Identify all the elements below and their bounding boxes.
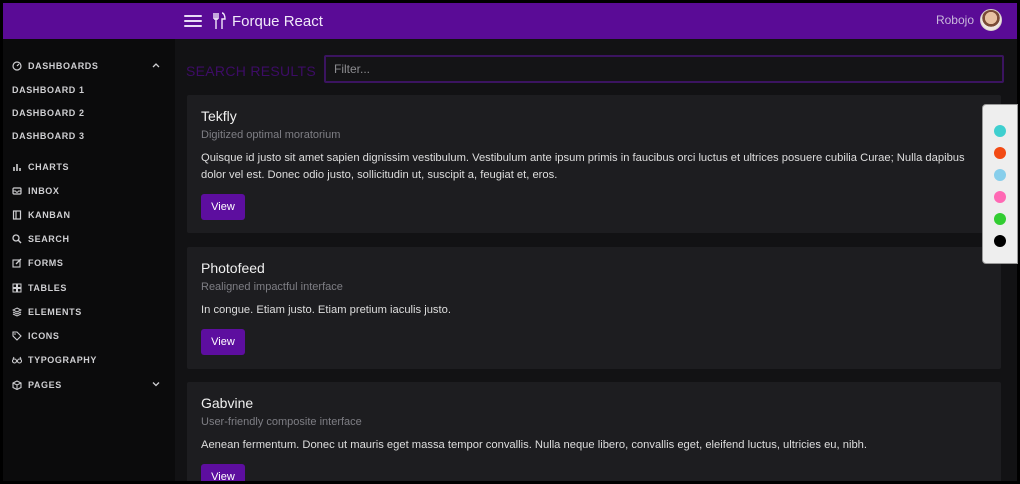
avatar[interactable]: [980, 9, 1002, 31]
view-button[interactable]: View: [201, 464, 245, 481]
card-title: Photofeed: [201, 260, 265, 276]
main-content: SEARCH RESULTS Tekfly Digitized optimal …: [175, 39, 1017, 481]
sidebar-item-label: FORMS: [28, 258, 64, 268]
sidebar-item-charts[interactable]: CHARTS: [12, 158, 166, 176]
brand-title: Forque React: [232, 12, 323, 30]
card-text: In congue. Etiam justo. Etiam pretium ia…: [201, 304, 451, 316]
color-swatch-black[interactable]: [994, 235, 1006, 247]
result-card: Gabvine User-friendly composite interfac…: [187, 382, 1001, 481]
page-title: SEARCH RESULTS: [186, 63, 316, 79]
theme-color-palette: [982, 104, 1018, 264]
sidebar-item-label: CHARTS: [28, 162, 70, 172]
kanban-icon: [12, 210, 22, 220]
sidebar-item-label: SEARCH: [28, 234, 70, 244]
card-subtitle: Digitized optimal moratorium: [201, 129, 341, 141]
sidebar: DASHBOARDS DASHBOARD 1 DASHBOARD 2 DASHB…: [3, 39, 175, 481]
sidebar-item-label: INBOX: [28, 186, 60, 196]
inbox-icon: [12, 187, 22, 195]
sidebar-item-search[interactable]: SEARCH: [12, 230, 166, 248]
sidebar-subitem-dashboard-3[interactable]: DASHBOARD 3: [12, 128, 85, 144]
sidebar-item-label: PAGES: [28, 380, 62, 390]
sidebar-subitem-label: DASHBOARD 1: [12, 85, 85, 95]
package-icon: [12, 380, 22, 390]
glasses-icon: [12, 356, 22, 364]
filter-input[interactable]: [324, 55, 1004, 83]
view-button[interactable]: View: [201, 329, 245, 355]
sidebar-item-elements[interactable]: ELEMENTS: [12, 303, 166, 321]
color-swatch-light-blue[interactable]: [994, 169, 1006, 181]
layers-icon: [12, 307, 22, 317]
sidebar-item-tables[interactable]: TABLES: [12, 279, 166, 297]
chevron-up-icon: [152, 63, 160, 68]
result-card: Photofeed Realigned impactful interface …: [187, 247, 1001, 369]
card-title: Gabvine: [201, 395, 254, 411]
card-text: Quisque id justo sit amet sapien digniss…: [201, 152, 965, 181]
sidebar-item-typography[interactable]: TYPOGRAPHY: [12, 351, 166, 369]
top-bar: Forque React Robojo: [3, 3, 1017, 39]
card-subtitle: User-friendly composite interface: [201, 416, 362, 428]
view-button[interactable]: View: [201, 194, 245, 220]
color-swatch-orange[interactable]: [994, 147, 1006, 159]
sidebar-subitem-dashboard-1[interactable]: DASHBOARD 1: [12, 82, 85, 98]
sidebar-item-label: KANBAN: [28, 210, 71, 220]
sidebar-item-forms[interactable]: FORMS: [12, 254, 166, 272]
fork-knife-icon: [213, 12, 226, 29]
card-text: Aenean fermentum. Donec ut mauris eget m…: [201, 439, 868, 451]
sidebar-item-label: TYPOGRAPHY: [28, 355, 98, 365]
sidebar-subitem-label: DASHBOARD 3: [12, 131, 85, 141]
sidebar-item-dashboards[interactable]: DASHBOARDS: [12, 57, 166, 75]
sidebar-item-kanban[interactable]: KANBAN: [12, 206, 166, 224]
hamburger-menu-icon[interactable]: [184, 12, 202, 30]
color-swatch-pink[interactable]: [994, 191, 1006, 203]
sidebar-item-label: ICONS: [28, 331, 60, 341]
app-frame: Forque React Robojo DASHBOARDS DASHBOARD…: [3, 3, 1017, 481]
brand[interactable]: Forque React: [212, 10, 323, 32]
user-name: Robojo: [935, 13, 974, 27]
sidebar-item-label: TABLES: [28, 283, 67, 293]
card-subtitle: Realigned impactful interface: [201, 281, 343, 293]
result-card: Tekfly Digitized optimal moratorium Quis…: [187, 95, 1001, 233]
grid-icon: [12, 283, 22, 293]
color-swatch-teal[interactable]: [994, 125, 1006, 137]
sidebar-item-icons[interactable]: ICONS: [12, 327, 166, 345]
sidebar-item-pages[interactable]: PAGES: [12, 376, 166, 394]
sidebar-subitem-label: DASHBOARD 2: [12, 108, 85, 118]
chevron-down-icon: [152, 382, 160, 387]
edit-icon: [12, 258, 22, 268]
tag-icon: [12, 331, 22, 341]
gauge-icon: [12, 61, 22, 71]
sidebar-item-label: DASHBOARDS: [28, 61, 99, 71]
sidebar-item-label: ELEMENTS: [28, 307, 82, 317]
user-menu[interactable]: Robojo: [936, 9, 1002, 31]
search-icon: [12, 234, 22, 244]
color-swatch-green[interactable]: [994, 213, 1006, 225]
card-title: Tekfly: [201, 108, 237, 124]
bar-chart-icon: [13, 164, 21, 171]
sidebar-subitem-dashboard-2[interactable]: DASHBOARD 2: [12, 105, 85, 121]
sidebar-item-inbox[interactable]: INBOX: [12, 182, 166, 200]
